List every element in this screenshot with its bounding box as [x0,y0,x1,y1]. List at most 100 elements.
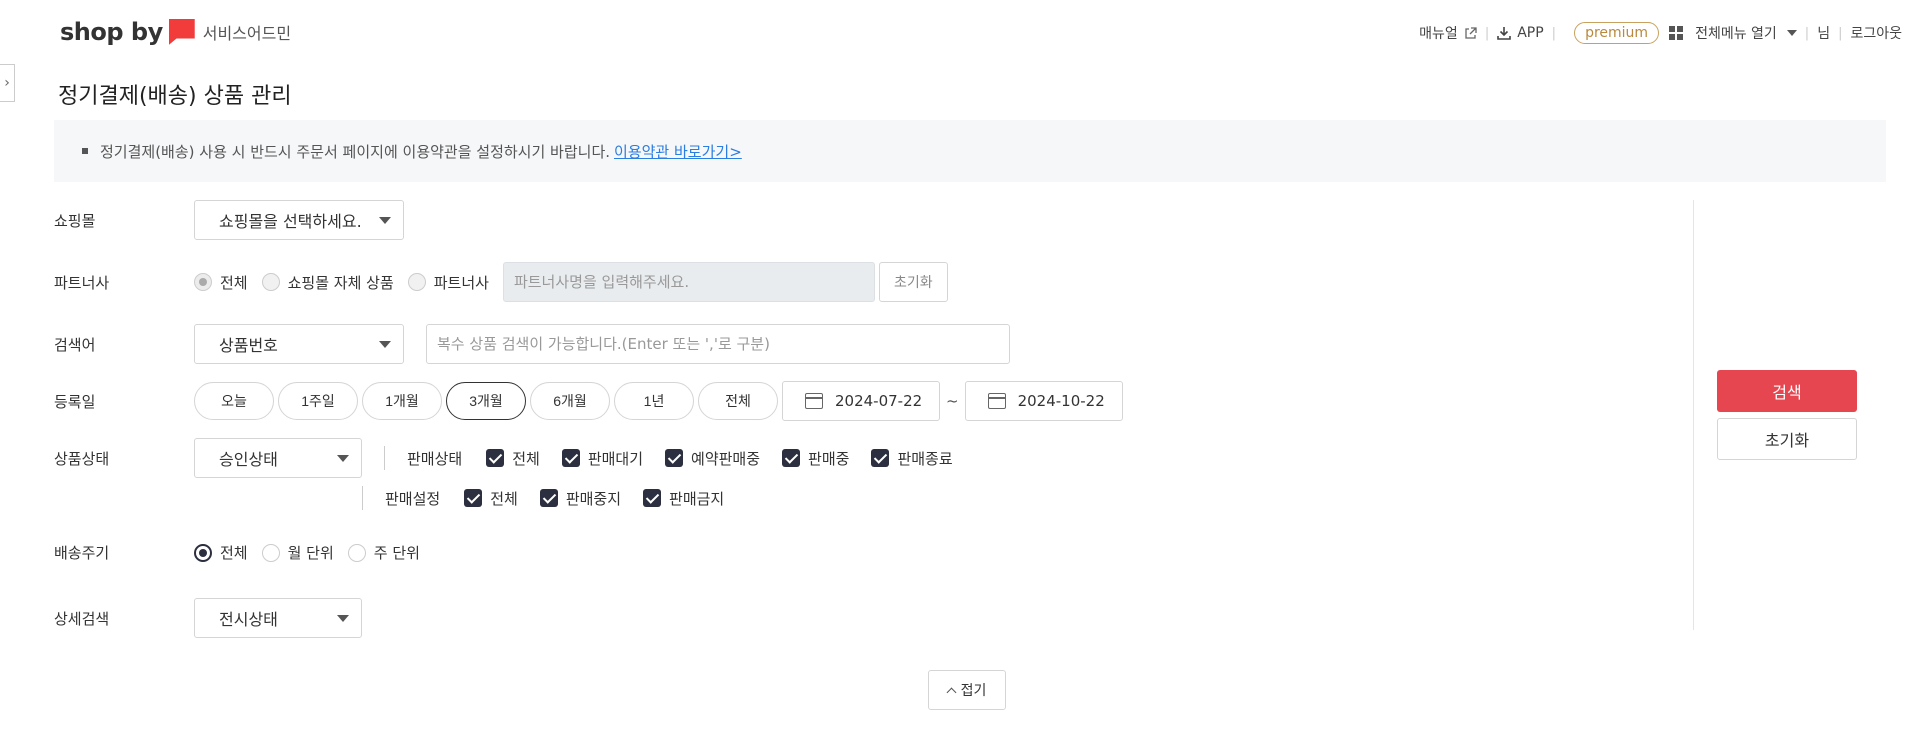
radio-label: 파트너사 [433,273,489,292]
sale-status-onsale-checkbox[interactable]: 판매중 [782,448,849,469]
keyword-type-select[interactable]: 상품번호 [194,324,404,364]
checkbox-checked-icon [561,449,580,467]
checkbox-label: 판매중지 [565,489,622,508]
logo[interactable]: shop by 서비스어드민 [60,18,291,46]
vertical-divider [1693,200,1694,630]
sale-setting-row: 판매설정 전체 판매중지 판매금지 [362,486,746,510]
sale-status-all-checkbox[interactable]: 전체 [486,448,540,469]
reg-date-row: 등록일 오늘 1주일 1개월 3개월 6개월 1년 전체 2024-07-22 … [54,381,1123,421]
end-date-input[interactable]: 2024-10-22 [964,381,1123,421]
checkbox-checked-icon [486,449,505,467]
sale-setting-all-checkbox[interactable]: 전체 [464,488,518,509]
manual-link[interactable]: 매뉴얼 [1419,23,1477,43]
logo-text: shop by [60,18,163,46]
detail-search-row: 상세검색 전시상태 [54,598,362,638]
sale-setting-stopped-checkbox[interactable]: 판매중지 [539,488,622,509]
logout-link[interactable]: 로그아웃 [1850,23,1902,43]
chevron-right-icon: › [4,75,10,91]
radio-label: 쇼핑몰 자체 상품 [287,273,394,292]
sale-status-ended-checkbox[interactable]: 판매종료 [871,448,953,469]
partner-radio-all[interactable]: 전체 [194,272,248,293]
radio-circle [261,543,280,562]
manual-label: 매뉴얼 [1419,26,1458,42]
checkbox-label: 판매중 [808,449,850,468]
keyword-row: 검색어 상품번호 [54,324,1010,364]
user-name: 님 [1817,26,1831,42]
grid-icon [1669,26,1684,40]
terms-link[interactable]: 이용약관 바로가기> [614,141,742,162]
keyword-input[interactable] [426,324,1010,364]
period-today-button[interactable]: 오늘 [194,382,274,420]
search-button[interactable]: 검색 [1717,370,1857,412]
status-label: 상품상태 [54,449,110,468]
period-3month-button[interactable]: 3개월 [446,382,526,420]
dropdown-arrow-icon [337,615,349,622]
premium-badge[interactable]: premium [1574,22,1660,44]
notice-box: 정기결제(배송) 사용 시 반드시 주문서 페이지에 이용약관을 설정하시기 바… [54,120,1886,182]
checkbox-label: 판매금지 [669,489,725,508]
period-1year-button[interactable]: 1년 [614,382,694,420]
calendar-icon [805,393,823,409]
display-status-select[interactable]: 전시상태 [194,598,362,638]
partner-name-input[interactable] [502,262,875,302]
divider [384,446,385,470]
sidebar-toggle-button[interactable]: › [0,64,15,102]
logo-subtitle: 서비스어드민 [202,24,292,43]
all-menu-button[interactable]: 전체메뉴 열기 [1669,23,1797,43]
checkbox-label: 판매종료 [897,449,953,468]
radio-circle [347,543,366,562]
radio-label: 전체 [220,544,248,562]
app-download-link[interactable]: APP [1497,25,1544,41]
bullet-icon [82,148,88,154]
mall-select[interactable]: 쇼핑몰을 선택하세요. [194,200,404,240]
reset-button[interactable]: 초기화 [1717,418,1857,460]
end-date-value: 2024-10-22 [1017,392,1105,410]
notice-text: 정기결제(배송) 사용 시 반드시 주문서 페이지에 이용약관을 설정하시기 바… [100,142,611,161]
checkbox-checked-icon [665,449,684,467]
checkbox-checked-icon [871,449,890,467]
checkbox-checked-icon [643,489,662,507]
partner-radio-own[interactable]: 쇼핑몰 자체 상품 [261,272,394,293]
mall-label: 쇼핑몰 [54,211,96,230]
mall-select-value: 쇼핑몰을 선택하세요. [219,212,362,231]
dropdown-arrow-icon [379,341,391,348]
radio-circle [194,543,212,562]
checkbox-checked-icon [782,449,801,467]
nav-separator: | [1838,25,1843,41]
period-6month-button[interactable]: 6개월 [530,382,610,420]
nav-separator: | [1804,25,1810,41]
app-label: APP [1517,25,1544,41]
approval-status-select[interactable]: 승인상태 [194,438,362,478]
partner-reset-button[interactable]: 초기화 [878,262,948,302]
divider [362,486,363,510]
checkbox-label: 예약판매중 [691,449,761,468]
delivery-cycle-radio-group: 전체 월 단위 주 단위 [194,542,420,563]
delivery-cycle-weekly-radio[interactable]: 주 단위 [347,542,420,563]
all-menu-label: 전체메뉴 열기 [1695,26,1777,42]
download-icon [1497,27,1512,40]
delivery-cycle-all-radio[interactable]: 전체 [194,542,248,563]
nav-separator: | [1551,25,1557,41]
dropdown-arrow-icon [337,455,349,462]
nav-separator: | [1484,25,1490,41]
partner-radio-partner[interactable]: 파트너사 [407,272,489,293]
logo-flag-icon [168,19,195,45]
period-1week-button[interactable]: 1주일 [278,382,358,420]
date-range-separator: ~ [946,392,959,410]
period-all-button[interactable]: 전체 [698,382,778,420]
external-link-icon [1465,26,1477,39]
start-date-value: 2024-07-22 [835,392,923,410]
checkbox-label: 전체 [490,489,518,508]
partner-radio-group: 전체 쇼핑몰 자체 상품 파트너사 [194,272,489,293]
approval-status-value: 승인상태 [219,450,278,469]
delivery-cycle-monthly-radio[interactable]: 월 단위 [261,542,334,563]
sale-setting-label: 판매설정 [385,489,441,508]
period-1month-button[interactable]: 1개월 [362,382,442,420]
fold-button[interactable]: 접기 [928,670,1006,710]
status-row: 상품상태 승인상태 판매상태 전체 판매대기 예약판매중 판매중 판매종료 [54,438,975,478]
sale-status-waiting-checkbox[interactable]: 판매대기 [561,448,643,469]
search-form: 쇼핑몰 쇼핑몰을 선택하세요. 파트너사 전체 쇼핑몰 자체 상품 파트너사 초… [54,200,1694,638]
sale-status-reserved-checkbox[interactable]: 예약판매중 [665,448,760,469]
start-date-input[interactable]: 2024-07-22 [782,381,940,421]
sale-setting-prohibited-checkbox[interactable]: 판매금지 [643,488,724,509]
